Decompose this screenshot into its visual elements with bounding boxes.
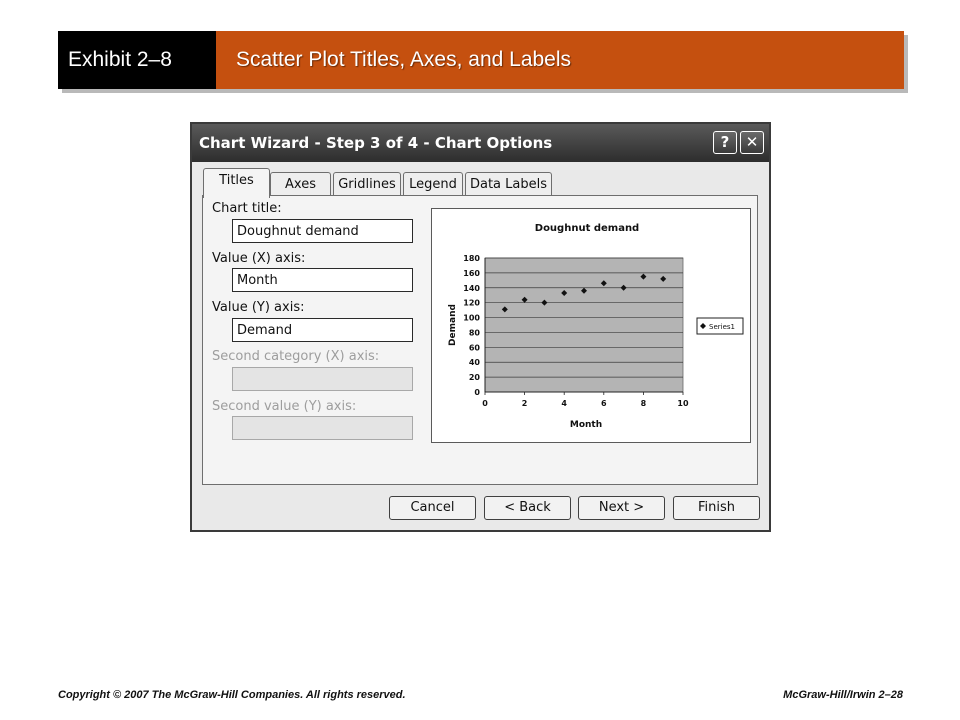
scatter-chart: 0 20 40 60 80 100 120 140 160 180 0 2 4 6 8 10 Doughnut …: [448, 223, 744, 430]
close-button[interactable]: ✕: [740, 131, 764, 154]
x-tick-label: 8: [641, 399, 647, 408]
close-icon: ✕: [745, 133, 759, 151]
second-y-axis-input: [232, 416, 413, 440]
tab-data-labels[interactable]: Data Labels: [465, 172, 552, 196]
chart-title: Doughnut demand: [535, 223, 639, 234]
x-tick-label: 0: [482, 399, 488, 408]
slide-title: Scatter Plot Titles, Axes, and Labels: [216, 31, 904, 89]
plot-area: [484, 257, 684, 393]
x-tick-label: 2: [522, 399, 528, 408]
help-button[interactable]: ?: [713, 131, 737, 154]
cancel-button[interactable]: Cancel: [389, 496, 476, 520]
tab-axes[interactable]: Axes: [270, 172, 331, 196]
back-button[interactable]: < Back: [484, 496, 571, 520]
y-tick-label: 0: [474, 388, 480, 397]
next-button[interactable]: Next >: [578, 496, 665, 520]
second-x-axis-input: [232, 367, 413, 391]
y-tick-label: 160: [463, 269, 480, 278]
legend-series-label: Series1: [709, 323, 735, 331]
y-axis-label: Value (Y) axis:: [212, 300, 305, 315]
chart-title-label: Chart title:: [212, 201, 282, 216]
y-tick-label: 40: [469, 358, 481, 367]
x-tick-label: 6: [601, 399, 607, 408]
chart-title-input[interactable]: [232, 219, 413, 243]
y-tick-label: 120: [463, 299, 480, 308]
x-axis-title: Month: [570, 420, 602, 430]
page-number-footer: McGraw-Hill/Irwin 2–28: [783, 689, 903, 701]
dialog-title: Chart Wizard - Step 3 of 4 - Chart Optio…: [199, 134, 553, 152]
y-tick-label: 80: [469, 328, 481, 337]
chart-preview: 0 20 40 60 80 100 120 140 160 180 0 2 4 6 8 10 Doughnut …: [431, 208, 751, 443]
x-axis-title-input[interactable]: [232, 268, 413, 292]
y-tick-label: 140: [463, 284, 480, 293]
second-x-axis-label: Second category (X) axis:: [212, 349, 380, 364]
y-tick-label: 100: [463, 314, 480, 323]
y-tick-label: 60: [469, 343, 481, 352]
tab-titles[interactable]: Titles: [203, 168, 270, 198]
chart-wizard-dialog: Chart Wizard - Step 3 of 4 - Chart Optio…: [190, 122, 771, 532]
y-axis-title-input[interactable]: [232, 318, 413, 342]
tab-legend[interactable]: Legend: [403, 172, 463, 196]
slide-header-banner: Exhibit 2–8 Scatter Plot Titles, Axes, a…: [58, 31, 904, 89]
finish-button[interactable]: Finish: [673, 496, 760, 520]
y-tick-label: 20: [469, 373, 481, 382]
y-axis-title: Demand: [448, 304, 458, 346]
exhibit-number: Exhibit 2–8: [58, 31, 216, 89]
x-axis-label: Value (X) axis:: [212, 251, 306, 266]
y-tick-label: 180: [463, 254, 480, 263]
copyright-footer: Copyright © 2007 The McGraw-Hill Compani…: [58, 689, 406, 701]
x-tick-label: 4: [561, 399, 567, 408]
second-y-axis-label: Second value (Y) axis:: [212, 399, 357, 414]
tab-gridlines[interactable]: Gridlines: [333, 172, 401, 196]
dialog-titlebar: Chart Wizard - Step 3 of 4 - Chart Optio…: [192, 124, 769, 162]
x-tick-label: 10: [677, 399, 689, 408]
